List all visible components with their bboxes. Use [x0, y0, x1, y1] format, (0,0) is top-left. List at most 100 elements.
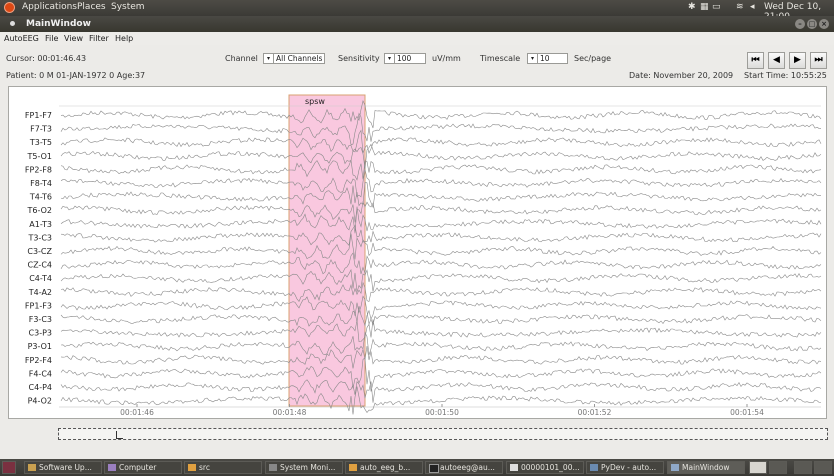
- slider-handle[interactable]: [116, 431, 123, 439]
- eeg-trace-t4-a2: [60, 281, 822, 302]
- places-menu[interactable]: Places: [77, 2, 106, 12]
- eeg-trace-f3-c3: [60, 305, 822, 327]
- document-icon: [510, 464, 518, 471]
- recording-date: Date: November 20, 2009: [629, 71, 734, 80]
- channel-label-t5-o1: T5-O1: [27, 152, 52, 161]
- sensitivity-label: Sensitivity: [338, 54, 380, 63]
- eeg-trace-fp1-f7: [60, 99, 822, 129]
- time-tick-label: 00:01:54: [730, 408, 764, 417]
- time-scroll-slider[interactable]: [58, 428, 828, 440]
- eeg-trace-a1-t3: [60, 206, 822, 234]
- pydev-icon: [590, 464, 598, 471]
- cursor-readout: Cursor: 00:01:46.43: [6, 54, 87, 63]
- channel-label-fp1-f7: FP1-F7: [25, 111, 52, 120]
- sensitivity-select[interactable]: ▾ 100: [384, 53, 426, 64]
- skip-first-icon: ⏮: [751, 55, 760, 65]
- menu-file[interactable]: File: [45, 34, 58, 43]
- window-title: MainWindow: [26, 19, 91, 29]
- folder-icon: [188, 464, 196, 471]
- eeg-trace-t3-t5: [60, 129, 822, 154]
- window-titlebar[interactable]: MainWindow – □ ×: [0, 16, 834, 32]
- folder-icon: [349, 464, 357, 471]
- chevron-down-icon: ▾: [264, 54, 274, 63]
- last-page-button[interactable]: ⏭: [810, 52, 827, 69]
- timescale-label: Timescale: [480, 54, 521, 63]
- channel-label-t3-c3: T3-C3: [27, 233, 52, 242]
- channel-label-c3-cz: C3-CZ: [27, 247, 52, 256]
- first-page-button[interactable]: ⏮: [747, 52, 764, 69]
- eeg-trace-c3-p3: [60, 319, 822, 343]
- ubuntu-logo-icon[interactable]: [4, 2, 15, 13]
- close-icon[interactable]: ×: [819, 19, 829, 29]
- channel-label-cz-c4: CZ-C4: [28, 261, 53, 270]
- task-auto-eeg-folder[interactable]: auto_eeg_b...: [345, 461, 423, 474]
- eeg-trace-cz-c4: [60, 252, 822, 275]
- eeg-canvas[interactable]: spsw FP1-F7 F7-T3 T3-T5 T5-O1 FP2-F8 F8-T4 T4-…: [9, 87, 826, 418]
- next-page-button[interactable]: ▶: [789, 52, 806, 69]
- window-icon: [671, 464, 679, 471]
- keyboard-icon[interactable]: ▦: [700, 2, 709, 12]
- menu-filter[interactable]: Filter: [89, 34, 109, 43]
- monitor-icon: [269, 464, 277, 471]
- menu-autoeeg[interactable]: AutoEEG: [4, 34, 39, 43]
- workspace-2[interactable]: [769, 461, 787, 474]
- top-panel: Applications Places System ✱ ▦ ▭ ≋ ◂ Wed…: [0, 0, 834, 22]
- applications-menu[interactable]: Applications: [22, 2, 77, 12]
- time-tick-label: 00:01:50: [425, 408, 459, 417]
- task-system-monitor[interactable]: System Moni...: [265, 461, 343, 474]
- task-edf-file[interactable]: 00000101_00...: [506, 461, 584, 474]
- eeg-trace-c4-t4: [60, 268, 822, 292]
- maximize-icon[interactable]: □: [807, 19, 817, 29]
- channel-label-t4-t6: T4-T6: [29, 193, 52, 202]
- menu-view[interactable]: View: [64, 34, 83, 43]
- channel-label: Channel: [225, 54, 258, 63]
- task-pydev[interactable]: PyDev - auto...: [586, 461, 664, 474]
- trash-icon[interactable]: [814, 461, 832, 474]
- window-menu-icon[interactable]: [10, 21, 15, 26]
- eeg-plot[interactable]: spsw FP1-F7 F7-T3 T3-T5 T5-O1 FP2-F8 F8-T4 T4-…: [8, 86, 827, 419]
- task-src[interactable]: src: [184, 461, 262, 474]
- eeg-trace-fp2-f8: [60, 160, 822, 181]
- system-menu[interactable]: System: [111, 2, 145, 12]
- sensitivity-unit: uV/mm: [432, 54, 461, 63]
- start-time: Start Time: 10:55:25: [744, 71, 827, 80]
- minimize-icon[interactable]: –: [795, 19, 805, 29]
- network-icon[interactable]: ≋: [736, 2, 744, 12]
- channel-label-p4-o2: P4-O2: [28, 397, 52, 406]
- bluetooth-icon[interactable]: ✱: [688, 2, 696, 12]
- timescale-select[interactable]: ▾ 10: [527, 53, 568, 64]
- computer-icon: [108, 464, 116, 471]
- battery-icon[interactable]: ▭: [712, 2, 721, 12]
- patient-info: Patient: 0 M 01-JAN-1972 0 Age:37: [6, 71, 146, 80]
- channel-label-fp1-f3: FP1-F3: [25, 301, 52, 310]
- channel-label-t4-a2: T4-A2: [28, 288, 52, 297]
- previous-page-button[interactable]: ◀: [768, 52, 785, 69]
- eeg-trace-t3-c3: [60, 224, 822, 246]
- time-tick-label: 00:01:46: [120, 408, 154, 417]
- task-mainwindow[interactable]: MainWindow: [667, 461, 745, 474]
- workspace-1[interactable]: [749, 461, 767, 474]
- menu-help[interactable]: Help: [115, 34, 133, 43]
- channel-label-f3-c3: F3-C3: [29, 315, 52, 324]
- channel-label-f7-t3: F7-T3: [30, 125, 52, 134]
- channel-label-a1-t3: A1-T3: [29, 220, 52, 229]
- channel-select[interactable]: ▾ All Channels: [263, 53, 325, 64]
- volume-icon[interactable]: ◂: [750, 2, 755, 12]
- eeg-trace-f8-t4: [60, 169, 822, 198]
- channel-label-t3-t5: T3-T5: [29, 138, 52, 147]
- task-terminal[interactable]: autoeeg@au...: [425, 461, 503, 474]
- eeg-trace-t5-o1: [60, 143, 822, 169]
- workspace-3[interactable]: [794, 461, 812, 474]
- eeg-trace-p3-o1: [60, 331, 822, 356]
- terminal-icon: [429, 464, 439, 473]
- task-software-updater[interactable]: Software Up...: [24, 461, 102, 474]
- channel-label-p3-o1: P3-O1: [28, 342, 52, 351]
- show-desktop-button[interactable]: [2, 461, 16, 474]
- menubar: AutoEEG File View Filter Help: [0, 32, 834, 45]
- chevron-down-icon: ▾: [528, 54, 538, 63]
- taskbar: Software Up... Computer src System Moni.…: [0, 459, 834, 476]
- task-computer[interactable]: Computer: [104, 461, 182, 474]
- channel-label-t6-o2: T6-O2: [27, 206, 52, 215]
- channel-label-c3-p3: C3-P3: [29, 329, 52, 338]
- channel-label-f8-t4: F8-T4: [30, 179, 52, 188]
